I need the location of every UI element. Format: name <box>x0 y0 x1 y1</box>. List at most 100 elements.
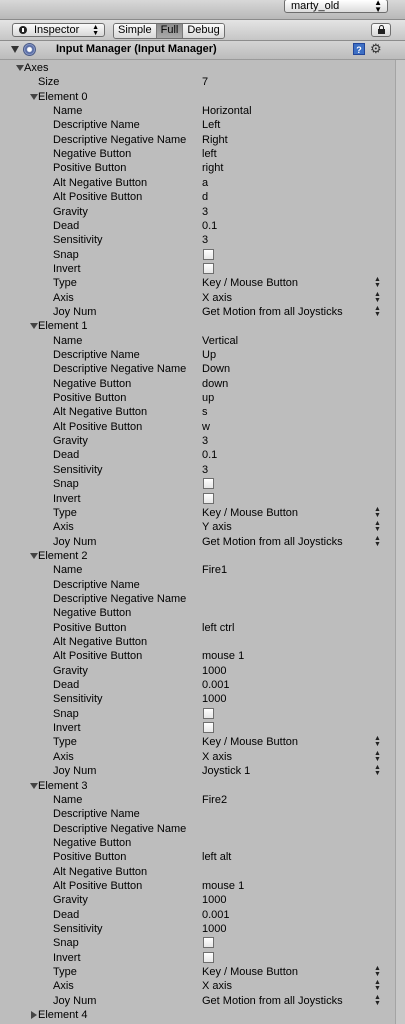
component-foldout-icon[interactable] <box>11 46 19 53</box>
invert-checkbox[interactable] <box>203 492 214 504</box>
gravity-field[interactable]: 1000 <box>202 664 226 678</box>
property-row-invert: Invert <box>0 492 395 506</box>
descriptive-name-field[interactable]: Up <box>202 348 216 362</box>
axis-dropdown[interactable]: X axis <box>202 750 232 764</box>
invert-checkbox[interactable] <box>203 951 214 963</box>
positive-button-field[interactable]: left ctrl <box>202 621 234 635</box>
invert-checkbox[interactable] <box>203 262 214 274</box>
alt-positive-button-field[interactable]: d <box>202 190 208 204</box>
name-field[interactable]: Vertical <box>202 334 238 348</box>
descriptive-negative-name-field[interactable]: Right <box>202 133 228 147</box>
name-field[interactable]: Fire2 <box>202 793 227 807</box>
type-dropdown[interactable]: Key / Mouse Button <box>202 965 298 979</box>
element-1-foldout[interactable]: Element 1 <box>0 319 395 333</box>
gravity-field[interactable]: 1000 <box>202 893 226 907</box>
descriptive-negative-name-field[interactable]: Down <box>202 362 230 376</box>
property-label: Invert <box>53 262 81 275</box>
type-dropdown[interactable]: Key / Mouse Button <box>202 506 298 520</box>
mode-simple-button[interactable]: Simple <box>114 24 157 38</box>
property-row-positive-button: Positive Button left ctrl <box>0 621 395 635</box>
dead-field[interactable]: 0.001 <box>202 678 230 692</box>
snap-checkbox[interactable] <box>203 937 214 949</box>
element-foldout-icon[interactable] <box>30 93 38 100</box>
dropdown-arrows-icon: ▲ ▼ <box>374 0 382 14</box>
dead-field[interactable]: 0.1 <box>202 448 217 462</box>
input-manager-icon <box>23 43 36 56</box>
snap-checkbox[interactable] <box>203 478 214 490</box>
property-label: Name <box>53 793 83 806</box>
negative-button-field[interactable]: down <box>202 377 228 391</box>
element-foldout-icon[interactable] <box>30 782 38 789</box>
component-settings-icon[interactable]: ⚙ <box>370 41 382 57</box>
alt-negative-button-field[interactable]: s <box>202 405 208 419</box>
name-field[interactable]: Horizontal <box>202 104 252 118</box>
snap-checkbox[interactable] <box>203 707 214 719</box>
element-label: Element 3 <box>38 779 88 792</box>
element-foldout-icon[interactable] <box>30 552 38 559</box>
property-label: Positive Button <box>53 392 127 405</box>
property-label: Alt Positive Button <box>53 191 143 204</box>
mode-debug-button[interactable]: Debug <box>183 24 224 38</box>
positive-button-field[interactable]: left alt <box>202 850 231 864</box>
alt-negative-button-field[interactable]: a <box>202 176 208 190</box>
sensitivity-field[interactable]: 3 <box>202 463 208 477</box>
sensitivity-field[interactable]: 1000 <box>202 922 226 936</box>
property-row-gravity: Gravity 1000 <box>0 664 395 678</box>
axis-dropdown[interactable]: Y axis <box>202 520 232 534</box>
layout-dropdown[interactable]: marty_old ▲ ▼ <box>284 0 388 14</box>
axis-dropdown[interactable]: X axis <box>202 979 232 993</box>
property-label: Descriptive Negative Name <box>53 133 187 146</box>
dead-field[interactable]: 0.1 <box>202 219 217 233</box>
name-field[interactable]: Fire1 <box>202 563 227 577</box>
positive-button-field[interactable]: right <box>202 161 223 175</box>
mode-full-button[interactable]: Full <box>156 24 184 38</box>
property-row-gravity: Gravity 3 <box>0 205 395 219</box>
sensitivity-field[interactable]: 3 <box>202 233 208 247</box>
axes-foldout-icon[interactable] <box>16 65 24 71</box>
inspector-tab-dropdown[interactable]: Inspector ▲ ▼ <box>12 23 105 37</box>
type-dropdown[interactable]: Key / Mouse Button <box>202 276 298 290</box>
gravity-field[interactable]: 3 <box>202 434 208 448</box>
element-foldout-closed-icon[interactable] <box>31 1011 37 1020</box>
lock-button[interactable] <box>371 23 391 37</box>
element-0-foldout[interactable]: Element 0 <box>0 90 395 104</box>
property-row-axis: Axis Y axis ▲ ▼ <box>0 520 395 534</box>
property-row-positive-button: Positive Button right <box>0 161 395 175</box>
property-row-joy-num: Joy Num Joystick 1 ▲ ▼ <box>0 764 395 778</box>
gravity-field[interactable]: 3 <box>202 205 208 219</box>
sensitivity-field[interactable]: 1000 <box>202 692 226 706</box>
property-label: Dead <box>53 219 80 232</box>
size-field[interactable]: 7 <box>202 75 208 89</box>
property-label: Snap <box>53 478 79 491</box>
joy-num-dropdown[interactable]: Get Motion from all Joysticks <box>202 994 343 1008</box>
negative-button-field[interactable]: left <box>202 147 217 161</box>
descriptive-name-field[interactable]: Left <box>202 118 220 132</box>
inspector-tab-label: Inspector <box>34 24 80 36</box>
dead-field[interactable]: 0.001 <box>202 908 230 922</box>
dropdown-arrows-icon: ▲ ▼ <box>374 979 381 993</box>
snap-checkbox[interactable] <box>203 248 214 260</box>
property-label: Type <box>53 736 77 749</box>
scrollbar[interactable] <box>395 60 405 1024</box>
property-row-name: Name Fire1 <box>0 563 395 577</box>
positive-button-field[interactable]: up <box>202 391 214 405</box>
property-label: Gravity <box>53 435 88 448</box>
alt-positive-button-field[interactable]: mouse 1 <box>202 879 244 893</box>
invert-checkbox[interactable] <box>203 722 214 734</box>
joy-num-dropdown[interactable]: Get Motion from all Joysticks <box>202 305 343 319</box>
collapsed-element-foldout[interactable]: Element 4 <box>0 1008 395 1022</box>
property-label: Alt Negative Button <box>53 636 148 648</box>
property-label: Gravity <box>53 894 88 907</box>
element-3-foldout[interactable]: Element 3 <box>0 779 395 793</box>
axis-dropdown[interactable]: X axis <box>202 291 232 305</box>
element-2-foldout[interactable]: Element 2 <box>0 549 395 563</box>
joy-num-dropdown[interactable]: Joystick 1 <box>202 764 250 778</box>
element-foldout-icon[interactable] <box>30 323 38 330</box>
joy-num-dropdown[interactable]: Get Motion from all Joysticks <box>202 535 343 549</box>
help-icon[interactable]: ? <box>353 43 365 55</box>
type-dropdown[interactable]: Key / Mouse Button <box>202 735 298 749</box>
property-row-type: Type Key / Mouse Button ▲ ▼ <box>0 276 395 290</box>
alt-positive-button-field[interactable]: mouse 1 <box>202 649 244 663</box>
axes-foldout[interactable]: Axes <box>0 61 395 75</box>
alt-positive-button-field[interactable]: w <box>202 420 210 434</box>
